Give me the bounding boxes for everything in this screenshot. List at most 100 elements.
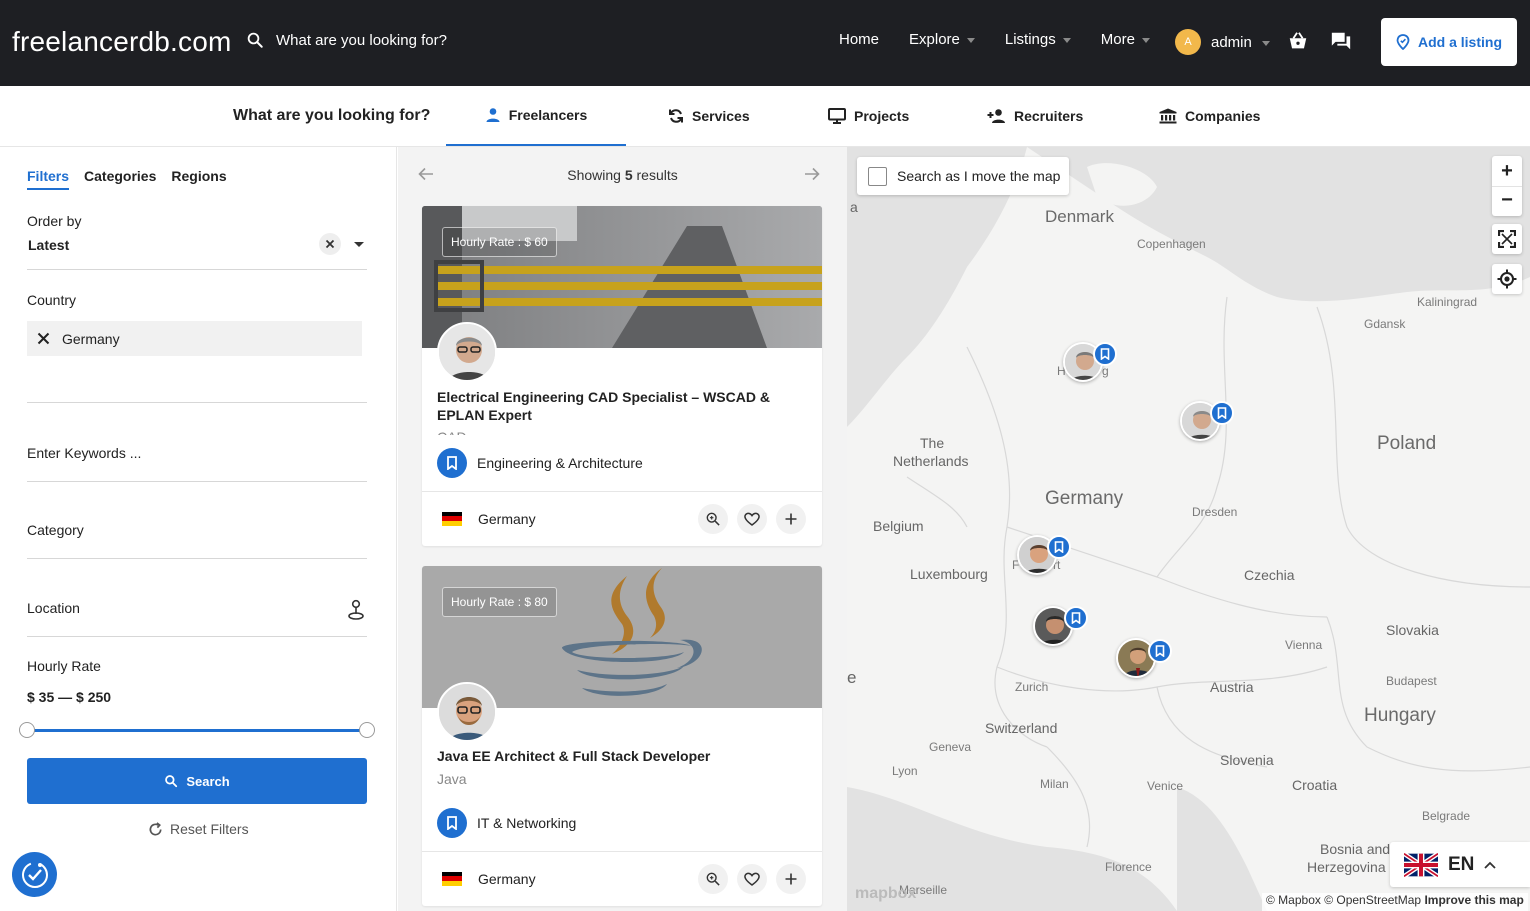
tab-companies[interactable]: Companies xyxy=(1159,86,1260,146)
map-label-gdansk: Gdansk xyxy=(1364,317,1406,331)
nav-more-label: More xyxy=(1100,31,1135,48)
arrow-right-icon[interactable] xyxy=(804,167,820,186)
divider xyxy=(27,558,367,559)
card-title[interactable]: Electrical Engineering CAD Specialist – … xyxy=(437,388,807,424)
search-button-label: Search xyxy=(186,773,230,789)
accessibility-button[interactable] xyxy=(12,852,57,897)
tab-regions[interactable]: Regions xyxy=(171,168,226,190)
location-target-icon[interactable] xyxy=(347,599,365,621)
compare-button[interactable] xyxy=(776,504,806,534)
compare-button[interactable] xyxy=(776,864,806,894)
country-chip: Germany xyxy=(27,321,362,356)
country-label: Country xyxy=(27,292,77,308)
messages-button[interactable] xyxy=(1330,30,1352,57)
heart-icon xyxy=(744,512,760,526)
search-button[interactable]: Search xyxy=(27,758,367,804)
nav-explore-label: Explore xyxy=(909,31,960,48)
tab-services[interactable]: Services xyxy=(668,86,750,146)
map-label-venice: Venice xyxy=(1147,779,1184,793)
improve-map-link[interactable]: Improve this map xyxy=(1424,893,1523,907)
site-logo[interactable]: freelancerdb.com xyxy=(12,26,232,58)
fullscreen-button[interactable] xyxy=(1492,224,1522,254)
chevron-down-icon[interactable] xyxy=(354,242,364,247)
bookmark-icon[interactable] xyxy=(1064,606,1088,630)
keywords-input[interactable]: Enter Keywords ... xyxy=(27,445,141,461)
language-label: EN xyxy=(1448,853,1475,875)
tab-freelancers-label: Freelancers xyxy=(508,107,588,123)
add-listing-button[interactable]: Add a listing xyxy=(1381,18,1517,66)
slider-max-handle[interactable] xyxy=(359,722,375,738)
favorite-button[interactable] xyxy=(737,504,767,534)
search-as-move-label: Search as I move the map xyxy=(897,168,1061,184)
tab-filters[interactable]: Filters xyxy=(27,168,70,190)
tab-categories[interactable]: Categories xyxy=(84,168,156,190)
bookmark-icon[interactable] xyxy=(1047,535,1071,559)
location-input[interactable]: Location xyxy=(27,600,80,616)
bookmark-icon[interactable] xyxy=(1093,342,1117,366)
top-header: freelancerdb.com What are you looking fo… xyxy=(0,0,1530,86)
cart-button[interactable] xyxy=(1287,30,1309,57)
checkbox[interactable] xyxy=(868,166,887,186)
nav-home[interactable]: Home xyxy=(839,31,879,48)
header-search-placeholder[interactable]: What are you looking for? xyxy=(276,32,447,49)
language-switcher[interactable]: EN xyxy=(1390,842,1530,887)
tab-recruiters-label: Recruiters xyxy=(1014,108,1084,124)
slider-min-handle[interactable] xyxy=(19,722,35,738)
map-label-hungary: Hungary xyxy=(1364,705,1436,726)
order-by-select[interactable]: Latest xyxy=(28,237,69,253)
header-search[interactable]: What are you looking for? xyxy=(246,31,447,49)
favorite-button[interactable] xyxy=(737,864,767,894)
card-category[interactable]: Engineering & Architecture xyxy=(437,448,643,478)
results-map[interactable]: a Denmark Copenhagen Kaliningrad Gdansk … xyxy=(847,147,1530,911)
geolocate-button[interactable] xyxy=(1492,264,1522,294)
quick-view-button[interactable] xyxy=(698,864,728,894)
nav-explore[interactable]: Explore xyxy=(909,31,975,48)
tab-recruiters[interactable]: Recruiters xyxy=(987,86,1083,146)
card-country: Germany xyxy=(478,510,536,527)
tab-freelancers[interactable]: Freelancers xyxy=(446,86,626,146)
close-icon[interactable] xyxy=(37,332,50,345)
map-label-netherlands-1: The xyxy=(920,435,945,451)
results-list: Showing 5 results Hourly Rate : $ 60 Ele… xyxy=(398,147,847,911)
category-select[interactable]: Category xyxy=(27,522,84,538)
order-by-label: Order by xyxy=(27,213,82,229)
filters-panel: Filters Categories Regions Order by Late… xyxy=(0,147,397,911)
bookmark-icon[interactable] xyxy=(1148,639,1172,663)
nav-home-label: Home xyxy=(839,31,880,48)
avatar[interactable] xyxy=(437,322,497,382)
nav-listings[interactable]: Listings xyxy=(1005,31,1071,48)
card-category-label: IT & Networking xyxy=(477,815,577,831)
tab-projects[interactable]: Projects xyxy=(828,86,909,146)
hourly-rate-slider[interactable] xyxy=(27,729,367,732)
attribution-text[interactable]: © Mapbox © OpenStreetMap xyxy=(1266,893,1421,907)
bookmark-icon[interactable] xyxy=(1210,401,1234,425)
zoom-out-button[interactable]: − xyxy=(1492,186,1522,216)
user-menu[interactable]: A admin xyxy=(1175,29,1270,55)
map-label-bosnia-2: Herzegovina xyxy=(1307,859,1386,875)
search-as-move-checkbox[interactable]: Search as I move the map xyxy=(857,157,1069,195)
listing-card[interactable]: Hourly Rate : $ 80 Java EE Architect & F… xyxy=(422,566,822,906)
map-label-poland: Poland xyxy=(1377,433,1437,454)
zoom-icon xyxy=(706,512,720,526)
mapbox-logo[interactable]: mapbox xyxy=(855,885,916,903)
map-attribution: © Mapbox © OpenStreetMap Improve this ma… xyxy=(1262,893,1528,911)
clear-order-button[interactable] xyxy=(319,233,341,255)
type-bar-title: What are you looking for? xyxy=(233,107,431,124)
person-add-icon xyxy=(987,109,1005,123)
hourly-rate-label: Hourly Rate xyxy=(27,658,101,674)
card-subtitle: CAD xyxy=(437,429,467,435)
listing-card[interactable]: Hourly Rate : $ 60 Electrical Engineerin… xyxy=(422,206,822,546)
search-icon xyxy=(247,32,263,48)
zoom-icon xyxy=(706,872,720,886)
card-title[interactable]: Java EE Architect & Full Stack Developer xyxy=(437,747,807,765)
card-category[interactable]: IT & Networking xyxy=(437,808,576,838)
card-country: Germany xyxy=(478,870,536,887)
reset-filters-button[interactable]: Reset Filters xyxy=(148,821,249,837)
tab-companies-label: Companies xyxy=(1185,108,1261,124)
quick-view-button[interactable] xyxy=(698,504,728,534)
avatar[interactable] xyxy=(437,682,497,742)
nav-more[interactable]: More xyxy=(1101,31,1150,48)
divider xyxy=(27,481,367,482)
zoom-in-button[interactable]: + xyxy=(1501,156,1513,186)
zoom-controls: + − xyxy=(1492,156,1522,216)
